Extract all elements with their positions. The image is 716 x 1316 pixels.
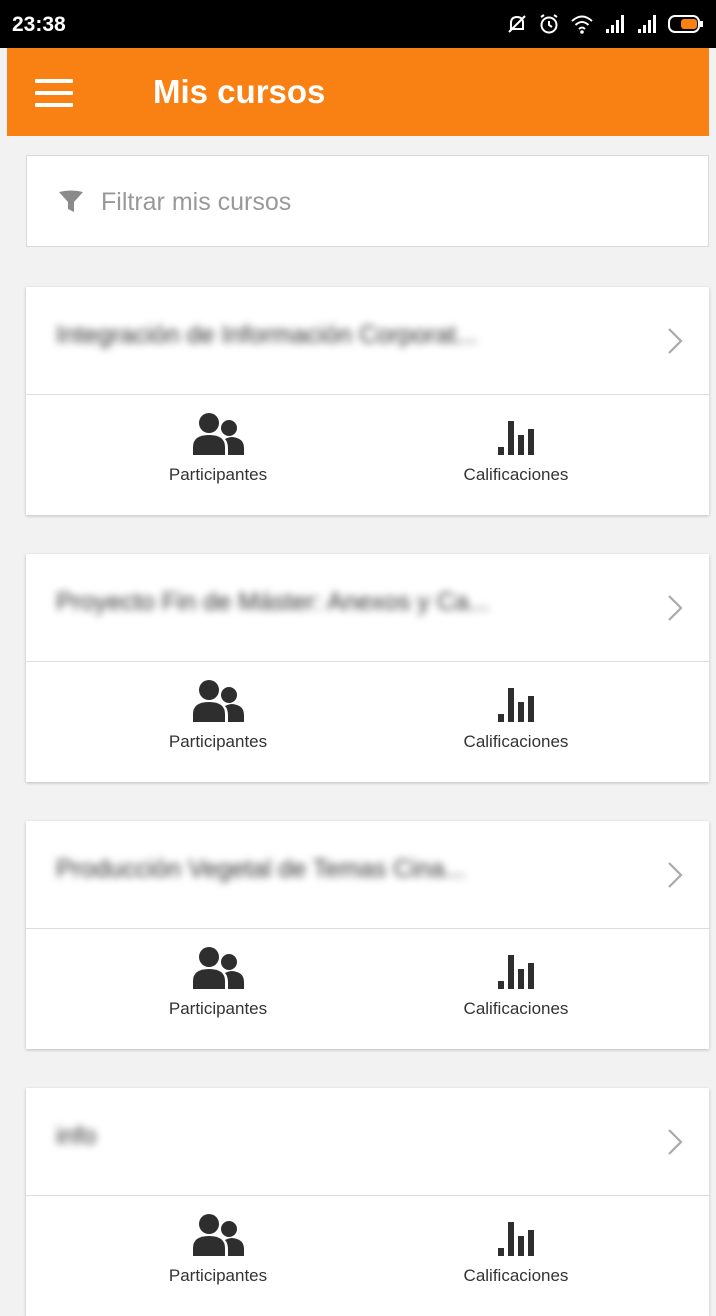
- chevron-right-icon: [668, 1129, 683, 1155]
- participants-button[interactable]: Participantes: [98, 941, 338, 1031]
- battery-icon: [668, 15, 703, 33]
- course-header[interactable]: Producción Vegetal de Temas Cina...: [26, 821, 709, 929]
- participants-icon: [193, 413, 244, 455]
- participants-label: Participantes: [168, 465, 268, 484]
- course-card: Proyecto Fin de Máster: Anexos y Ca... P…: [26, 554, 709, 782]
- participants-icon: [193, 1214, 244, 1256]
- status-bar: 23:38: [0, 0, 716, 48]
- app-bar: Mis cursos: [7, 48, 709, 136]
- course-name: info: [56, 1122, 97, 1150]
- participants-label: Participantes: [168, 999, 268, 1018]
- course-name: Integración de Información Corporat...: [56, 321, 478, 349]
- filter-input[interactable]: [99, 156, 683, 248]
- grades-icon: [498, 955, 534, 989]
- grades-label: Calificaciones: [463, 1266, 569, 1285]
- status-icons: [506, 10, 704, 38]
- course-card: info Participantes Calificaciones: [26, 1088, 709, 1316]
- participants-button[interactable]: Participantes: [98, 407, 338, 497]
- course-header[interactable]: Integración de Información Corporat...: [26, 287, 709, 395]
- participants-icon: [193, 947, 244, 989]
- participants-icon: [193, 680, 244, 722]
- filter-box: [26, 155, 709, 248]
- grades-label: Calificaciones: [463, 732, 569, 751]
- course-header[interactable]: info: [26, 1088, 709, 1196]
- participants-label: Participantes: [168, 1266, 268, 1285]
- menu-button[interactable]: [35, 75, 79, 111]
- grades-button[interactable]: Calificaciones: [396, 941, 636, 1031]
- course-name: Producción Vegetal de Temas Cina...: [56, 855, 466, 883]
- participants-button[interactable]: Participantes: [98, 674, 338, 764]
- filter-icon: [59, 190, 83, 212]
- notifications-off-icon: [508, 15, 526, 33]
- signal-icon: [638, 15, 656, 33]
- alarm-icon: [540, 14, 558, 34]
- participants-label: Participantes: [168, 732, 268, 751]
- chevron-right-icon: [668, 862, 683, 888]
- wifi-icon: [571, 15, 593, 34]
- course-header[interactable]: Proyecto Fin de Máster: Anexos y Ca...: [26, 554, 709, 662]
- grades-icon: [498, 688, 534, 722]
- signal-icon: [606, 15, 624, 33]
- status-time: 23:38: [12, 13, 66, 36]
- grades-label: Calificaciones: [463, 999, 569, 1018]
- course-card: Producción Vegetal de Temas Cina... Part…: [26, 821, 709, 1049]
- grades-button[interactable]: Calificaciones: [396, 674, 636, 764]
- course-name: Proyecto Fin de Máster: Anexos y Ca...: [56, 588, 490, 616]
- course-card: Integración de Información Corporat... P…: [26, 287, 709, 515]
- grades-button[interactable]: Calificaciones: [396, 407, 636, 497]
- chevron-right-icon: [668, 595, 683, 621]
- grades-label: Calificaciones: [463, 465, 569, 484]
- grades-icon: [498, 1222, 534, 1256]
- page-title: Mis cursos: [153, 73, 326, 110]
- grades-icon: [498, 421, 534, 455]
- chevron-right-icon: [668, 328, 683, 354]
